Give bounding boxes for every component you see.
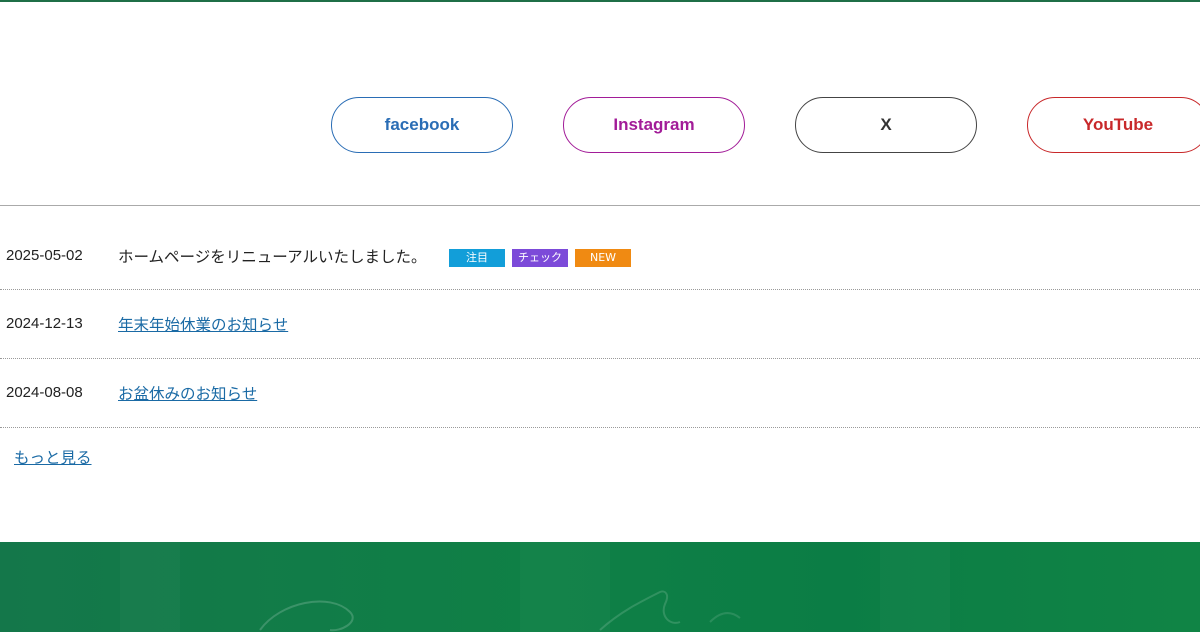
section-divider xyxy=(0,205,1200,206)
news-title: ホームページをリニューアルいたしました。 xyxy=(118,248,427,266)
footer-band xyxy=(0,542,1200,632)
instagram-button[interactable]: Instagram xyxy=(563,97,745,153)
more-link[interactable]: もっと見る xyxy=(14,446,92,468)
script-decoration xyxy=(259,590,741,632)
facebook-button[interactable]: facebook xyxy=(331,97,513,153)
tag-badge: 注目 xyxy=(449,249,505,267)
news-date: 2024-12-13 xyxy=(6,315,83,332)
news-item: 2025-05-02 ホームページをリニューアルいたしました。 注目 チェック … xyxy=(0,222,1200,290)
news-title-link[interactable]: 年末年始休業のお知らせ xyxy=(118,313,288,335)
news-tags: 注目 チェック NEW xyxy=(449,249,631,267)
news-date: 2024-08-08 xyxy=(6,384,83,401)
news-title-link[interactable]: お盆休みのお知らせ xyxy=(118,382,257,404)
youtube-button[interactable]: YouTube xyxy=(1027,97,1200,153)
tag-badge: チェック xyxy=(512,249,568,267)
news-item: 2024-12-13 年末年始休業のお知らせ xyxy=(0,290,1200,359)
news-list: 2025-05-02 ホームページをリニューアルいたしました。 注目 チェック … xyxy=(0,222,1200,428)
social-links: facebook Instagram X YouTube xyxy=(0,97,1200,153)
band-texture xyxy=(120,542,180,632)
band-texture xyxy=(880,542,950,632)
tag-badge: NEW xyxy=(575,249,631,267)
news-item: 2024-08-08 お盆休みのお知らせ xyxy=(0,359,1200,428)
top-rule xyxy=(0,0,1200,2)
x-button[interactable]: X xyxy=(795,97,977,153)
news-date: 2025-05-02 xyxy=(6,247,83,264)
